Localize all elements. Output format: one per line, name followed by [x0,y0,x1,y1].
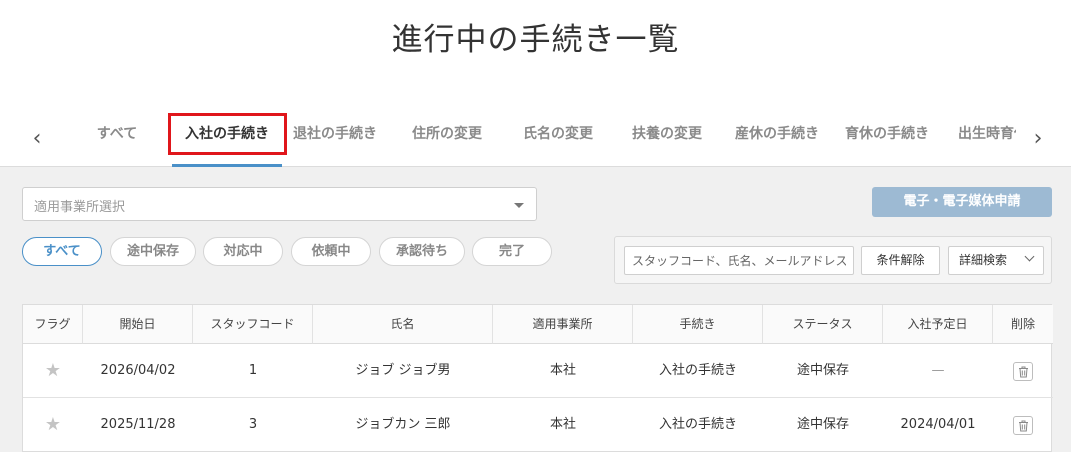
active-tab-underline [172,164,282,167]
office-select-placeholder: 適用事業所選択 [34,200,126,215]
office-cell: 本社 [549,363,576,378]
star-icon[interactable]: ★ [23,344,83,398]
status-filter-all[interactable]: すべて [22,237,102,266]
office-select[interactable]: 適用事業所選択 [22,187,537,221]
tab-dependent-change[interactable]: 扶養の変更 [624,112,710,168]
chevron-down-icon [1024,251,1035,262]
procedure-tabs: すべて 入社の手続き 退社の手続き 住所の変更 氏名の変更 扶養の変更 産休の手… [62,112,1016,168]
star-icon[interactable]: ★ [23,398,83,452]
tab-all[interactable]: すべて [74,112,160,168]
tab-childcare-leave[interactable]: 育休の手続き [838,112,936,168]
status-filter-draft[interactable]: 途中保存 [110,237,196,266]
table-row[interactable]: ★ 2025/11/28 3 ジョブカン 三郎 本社 入社の手続き 途中保存 2… [23,398,1053,452]
table-row[interactable]: ★ 2026/04/02 1 ジョブ ジョブ男 本社 入社の手続き 途中保存 — [23,344,1053,398]
staff-code-cell: 1 [248,363,258,378]
status-cell: 途中保存 [796,363,849,378]
header-procedure: 手続き [633,305,763,344]
status-cell: 途中保存 [796,417,849,432]
join-date-cell: — [931,363,945,378]
status-filter-awaiting-approval[interactable]: 承認待ち [379,237,465,266]
tab-address-change[interactable]: 住所の変更 [404,112,490,168]
name-cell: ジョブカン 三郎 [355,417,451,432]
tab-offboarding[interactable]: 退社の手続き [286,112,384,168]
header-start-date: 開始日 [83,305,193,344]
advanced-search-button[interactable]: 詳細検索 [948,246,1044,275]
status-filter-requested[interactable]: 依頼中 [291,237,371,266]
header-area: 進行中の手続き一覧 ‹ すべて 入社の手続き 退社の手続き 住所の変更 氏名の変… [0,0,1071,167]
tab-name-change[interactable]: 氏名の変更 [515,112,601,168]
procedure-cell: 入社の手続き [658,363,737,378]
join-date-cell: 2024/04/01 [900,417,976,432]
start-date-cell: 2026/04/02 [100,363,176,378]
caret-down-icon [514,203,524,208]
advanced-search-label: 詳細検索 [959,253,1008,267]
status-filter-completed[interactable]: 完了 [472,237,552,266]
office-cell: 本社 [549,417,576,432]
procedure-cell: 入社の手続き [658,417,737,432]
header-delete: 削除 [993,305,1053,344]
tab-maternity-leave[interactable]: 産休の手続き [728,112,826,168]
start-date-cell: 2025/11/28 [100,417,176,432]
page-title: 進行中の手続き一覧 [391,22,680,58]
header-name: 氏名 [313,305,493,344]
header-flag: フラグ [23,305,83,344]
chevron-right-icon[interactable]: › [1028,124,1048,154]
header-status: ステータス [763,305,883,344]
search-panel: 条件解除 詳細検索 [614,236,1052,284]
clear-conditions-button[interactable]: 条件解除 [861,246,940,275]
header-staff-code: スタッフコード [193,305,313,344]
electronic-application-button[interactable]: 電子・電子媒体申請 [872,187,1052,217]
status-filter-in-progress[interactable]: 対応中 [203,237,283,266]
header-join-date: 入社予定日 [883,305,993,344]
name-cell: ジョブ ジョブ男 [355,363,451,378]
procedures-table: フラグ 開始日 スタッフコード 氏名 適用事業所 手続き ステータス 入社予定日… [22,304,1053,452]
tab-onboarding[interactable]: 入社の手続き [172,112,282,168]
trash-icon[interactable] [1013,362,1033,381]
header-office: 適用事業所 [493,305,633,344]
search-input[interactable] [624,246,854,275]
chevron-left-icon[interactable]: ‹ [27,124,47,154]
tab-paternity-leave[interactable]: 出生時育休 [950,112,1016,168]
trash-icon[interactable] [1013,416,1033,435]
staff-code-cell: 3 [248,417,258,432]
